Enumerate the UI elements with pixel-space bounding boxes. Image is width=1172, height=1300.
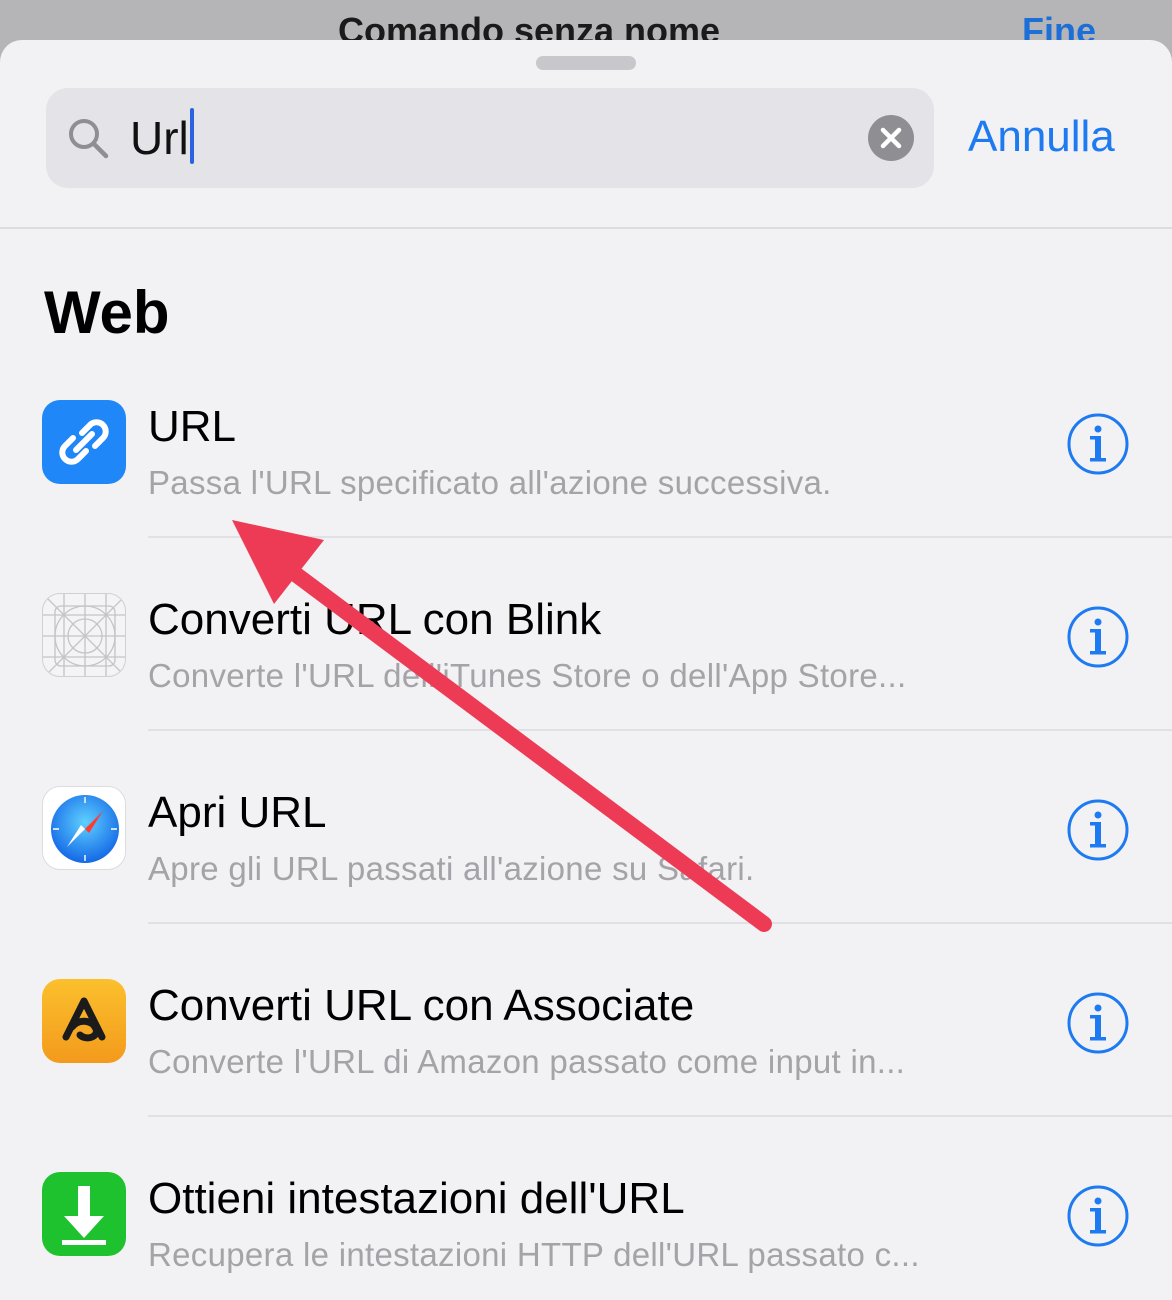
action-subtitle: Apre gli URL passati all'azione su Safar…: [148, 850, 755, 887]
info-button[interactable]: [1066, 412, 1130, 476]
search-icon: [66, 116, 110, 160]
action-row-open-url[interactable]: Apri URL Apre gli URL passati all'azione…: [0, 786, 1172, 978]
search-bar[interactable]: Url: [46, 88, 934, 188]
text-cursor: [189, 108, 194, 164]
info-button[interactable]: [1066, 1184, 1130, 1248]
placeholder-grid-icon: [42, 593, 126, 677]
sheet-grabber[interactable]: [536, 56, 636, 70]
search-input-value: Url: [130, 112, 189, 164]
action-search-sheet: Url Annulla Web URL Passa l'URL specific…: [0, 40, 1172, 1300]
info-button[interactable]: [1066, 991, 1130, 1055]
action-subtitle: Converte l'URL dell'iTunes Store o dell'…: [148, 657, 907, 694]
cancel-button[interactable]: Annulla: [968, 110, 1115, 164]
section-title-web: Web: [44, 279, 170, 346]
info-button[interactable]: [1066, 798, 1130, 862]
action-title: Ottieni intestazioni dell'URL: [148, 1174, 685, 1223]
action-title: Converti URL con Associate: [148, 981, 695, 1030]
link-icon: [42, 400, 126, 484]
info-icon: [1067, 1185, 1129, 1247]
row-divider: [148, 922, 1172, 924]
header-divider: [0, 227, 1172, 229]
action-subtitle: Passa l'URL specificato all'azione succe…: [148, 464, 832, 501]
action-row-blink[interactable]: Converti URL con Blink Converte l'URL de…: [0, 593, 1172, 785]
info-icon: [1067, 413, 1129, 475]
safari-compass-icon: [42, 786, 126, 870]
row-divider: [148, 1115, 1172, 1117]
action-title: Converti URL con Blink: [148, 595, 602, 644]
close-icon: [880, 127, 902, 149]
action-row-associate[interactable]: Converti URL con Associate Converte l'UR…: [0, 979, 1172, 1171]
info-icon: [1067, 992, 1129, 1054]
info-icon: [1067, 606, 1129, 668]
action-row-get-headers[interactable]: Ottieni intestazioni dell'URL Recupera l…: [0, 1172, 1172, 1300]
action-row-url[interactable]: URL Passa l'URL specificato all'azione s…: [0, 400, 1172, 592]
info-icon: [1067, 799, 1129, 861]
row-divider: [148, 729, 1172, 731]
action-subtitle: Recupera le intestazioni HTTP dell'URL p…: [148, 1236, 920, 1273]
download-arrow-icon: [42, 1172, 126, 1256]
associate-logo-icon: [42, 979, 126, 1063]
action-title: URL: [148, 402, 237, 451]
action-subtitle: Converte l'URL di Amazon passato come in…: [148, 1043, 906, 1080]
row-divider: [148, 536, 1172, 538]
clear-search-button[interactable]: [868, 115, 914, 161]
search-input[interactable]: Url: [130, 108, 194, 168]
info-button[interactable]: [1066, 605, 1130, 669]
action-title: Apri URL: [148, 788, 327, 837]
